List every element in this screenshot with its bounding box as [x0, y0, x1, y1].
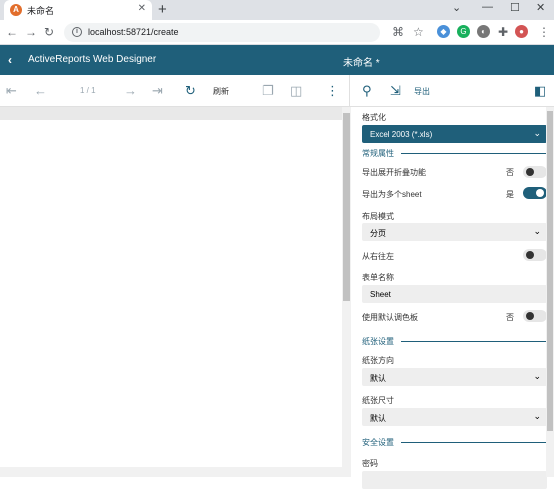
next-page-icon[interactable]: →: [124, 83, 137, 98]
chevron-down-icon: ⌄: [533, 128, 541, 138]
toggle-knob: [526, 168, 534, 176]
section-divider: [401, 153, 547, 154]
galley-mode-icon[interactable]: ◫: [290, 83, 302, 99]
section-divider: [401, 341, 547, 342]
report-viewer[interactable]: [0, 107, 342, 477]
maximize-icon[interactable]: ☐: [510, 1, 520, 14]
chevron-down-icon: ⌄: [533, 371, 541, 381]
rtl-label: 从右往左: [362, 252, 394, 261]
multi-sheet-label: 导出为多个sheet: [362, 190, 422, 199]
paper-size-value: 默认: [370, 414, 386, 423]
tab-title: 未命名: [27, 6, 55, 16]
palette-state: 否: [506, 313, 514, 322]
toggle-knob: [526, 251, 534, 259]
palette-toggle[interactable]: [523, 310, 547, 322]
viewer-horizontal-scrollbar[interactable]: [0, 467, 342, 477]
browser-tabstrip: A 未命名 ✕ + ⌄ — ☐ ✕: [0, 0, 554, 20]
reload-icon[interactable]: ↻: [44, 25, 54, 39]
minimize-icon[interactable]: —: [482, 1, 493, 13]
viewer-scroll-thumb[interactable]: [343, 113, 350, 301]
app-header: ‹ ActiveReports Web Designer 未命名 *: [0, 45, 554, 75]
layout-select[interactable]: 分页 ⌄: [362, 223, 547, 241]
panel-scroll-thumb[interactable]: [547, 111, 553, 431]
tab-close-icon[interactable]: ✕: [138, 3, 146, 14]
collapse-label: 导出展开折叠功能: [362, 168, 426, 177]
back-chevron-icon[interactable]: ‹: [8, 53, 12, 67]
multi-sheet-toggle[interactable]: [523, 187, 547, 199]
multi-sheet-state: 是: [506, 190, 514, 199]
viewer-toolbar: ⇤ ← 1 / 1 → ⇥ ↻ 刷新 ❐ ◫ ⋮ ⚲ ⇲ 导出 ◧: [0, 75, 554, 107]
extension-blue-icon[interactable]: ◆: [437, 25, 450, 38]
export-tab-label: 导出: [414, 87, 430, 96]
panel-scrollbar[interactable]: [546, 107, 554, 477]
export-icon: ⇲: [390, 83, 401, 98]
export-panel: 格式化 Excel 2003 (*.xls) ⌄ 常规属性 导出展开折叠功能 否…: [351, 107, 554, 489]
refresh-button[interactable]: 刷新: [213, 86, 229, 97]
layout-label: 布局模式: [362, 212, 394, 221]
palette-label: 使用默认调色板: [362, 313, 418, 322]
page-indicator: 1 / 1: [80, 86, 96, 95]
search-icon[interactable]: ⚲: [362, 83, 372, 99]
copy-page-icon[interactable]: ❐: [262, 83, 274, 99]
first-page-icon[interactable]: ⇤: [6, 83, 17, 99]
format-value: Excel 2003 (*.xls): [370, 130, 433, 139]
orientation-label: 纸张方向: [362, 356, 394, 365]
extensions-puzzle-icon[interactable]: ✚: [498, 25, 508, 39]
sheet-name-value: Sheet: [370, 290, 391, 299]
format-select[interactable]: Excel 2003 (*.xls) ⌄: [362, 125, 547, 143]
sheet-name-input[interactable]: Sheet: [362, 285, 547, 303]
viewer-top-strip: [0, 107, 342, 120]
general-section-title: 常规属性: [362, 149, 394, 158]
toolbar-divider: [349, 75, 350, 107]
extension-gray-icon[interactable]: ◐: [477, 25, 490, 38]
layout-value: 分页: [370, 229, 386, 238]
toggle-knob: [536, 189, 544, 197]
profile-avatar-icon[interactable]: ●: [515, 25, 528, 38]
section-divider: [401, 442, 547, 443]
refresh-icon[interactable]: ↻: [185, 83, 196, 99]
paper-size-select[interactable]: 默认 ⌄: [362, 408, 547, 426]
export-tab[interactable]: ⇲ 导出: [384, 75, 440, 107]
format-label: 格式化: [362, 113, 386, 122]
rtl-toggle[interactable]: [523, 249, 547, 261]
document-title: 未命名 *: [343, 58, 380, 69]
sheet-name-label: 表单名称: [362, 273, 394, 282]
tab-search-icon[interactable]: ⌄: [452, 1, 461, 14]
bookmark-star-icon[interactable]: ☆: [413, 25, 424, 39]
address-bar: ← → ↻ i localhost:58721/create ⌘ ☆ ◆ G ◐…: [0, 20, 554, 45]
grammarly-icon[interactable]: G: [457, 25, 470, 38]
forward-icon[interactable]: →: [25, 25, 37, 39]
paper-size-label: 纸张尺寸: [362, 396, 394, 405]
browser-tab[interactable]: A 未命名 ✕: [4, 0, 152, 20]
viewer-vertical-scrollbar[interactable]: [342, 107, 351, 477]
password-label: 密码: [362, 459, 378, 468]
url-omnibox[interactable]: i localhost:58721/create: [64, 23, 380, 42]
collapse-state: 否: [506, 168, 514, 177]
browser-menu-icon[interactable]: ⋮: [538, 25, 550, 39]
last-page-icon[interactable]: ⇥: [152, 83, 163, 99]
previous-page-icon[interactable]: ←: [34, 83, 47, 98]
password-input[interactable]: [362, 471, 547, 489]
window-close-icon[interactable]: ✕: [536, 1, 545, 14]
translate-icon[interactable]: ⌘: [392, 25, 404, 39]
new-tab-button[interactable]: +: [158, 1, 167, 18]
more-menu-icon[interactable]: ⋮: [326, 83, 339, 99]
orientation-value: 默认: [370, 374, 386, 383]
toggle-knob: [526, 312, 534, 320]
collapse-toggle[interactable]: [523, 166, 547, 178]
orientation-select[interactable]: 默认 ⌄: [362, 368, 547, 386]
security-section-title: 安全设置: [362, 438, 394, 447]
app-title: ActiveReports Web Designer: [28, 54, 157, 65]
toggle-sidebar-icon[interactable]: ◧: [534, 83, 546, 99]
url-text[interactable]: localhost:58721/create: [88, 27, 179, 37]
chevron-down-icon: ⌄: [533, 226, 541, 236]
chevron-down-icon: ⌄: [533, 411, 541, 421]
back-icon[interactable]: ←: [6, 25, 18, 39]
info-icon[interactable]: i: [72, 27, 82, 37]
app-favicon-icon: A: [10, 4, 22, 16]
paper-section-title: 纸张设置: [362, 337, 394, 346]
